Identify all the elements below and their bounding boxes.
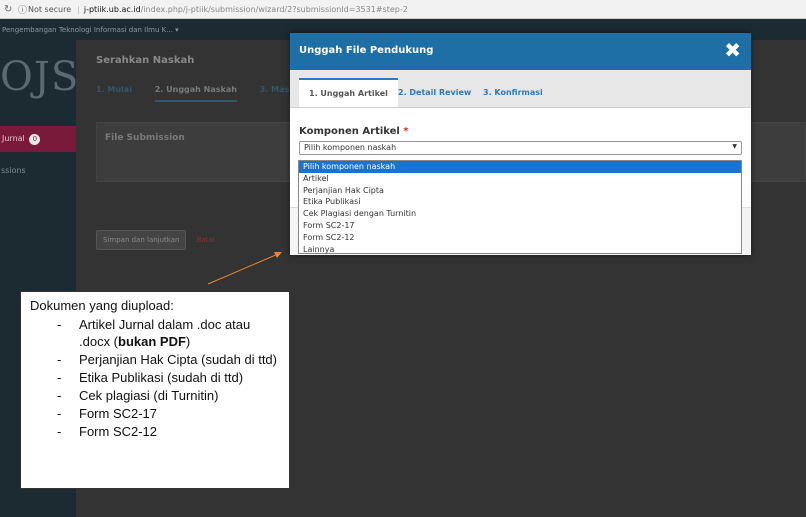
list-item: - Form SC2-12 [57,424,158,439]
list-item: - Artikel Jurnal dalam .doc atau .docx (b… [57,317,251,349]
callout-heading: Dokumen yang diupload: [30,298,174,313]
list-item: - Perjanjian Hak Cipta (sudah di ttd) [57,352,277,367]
list-item: - Form SC2-17 [57,406,158,421]
list-item: - Etika Publikasi (sudah di ttd) [57,370,244,385]
list-item: - Cek plagiasi (di Turnitin) [57,388,219,403]
callout-list: - Artikel Jurnal dalam .doc atau .docx (b… [30,316,280,440]
annotation-callout: Dokumen yang diupload: - Artikel Jurnal d… [20,291,290,489]
